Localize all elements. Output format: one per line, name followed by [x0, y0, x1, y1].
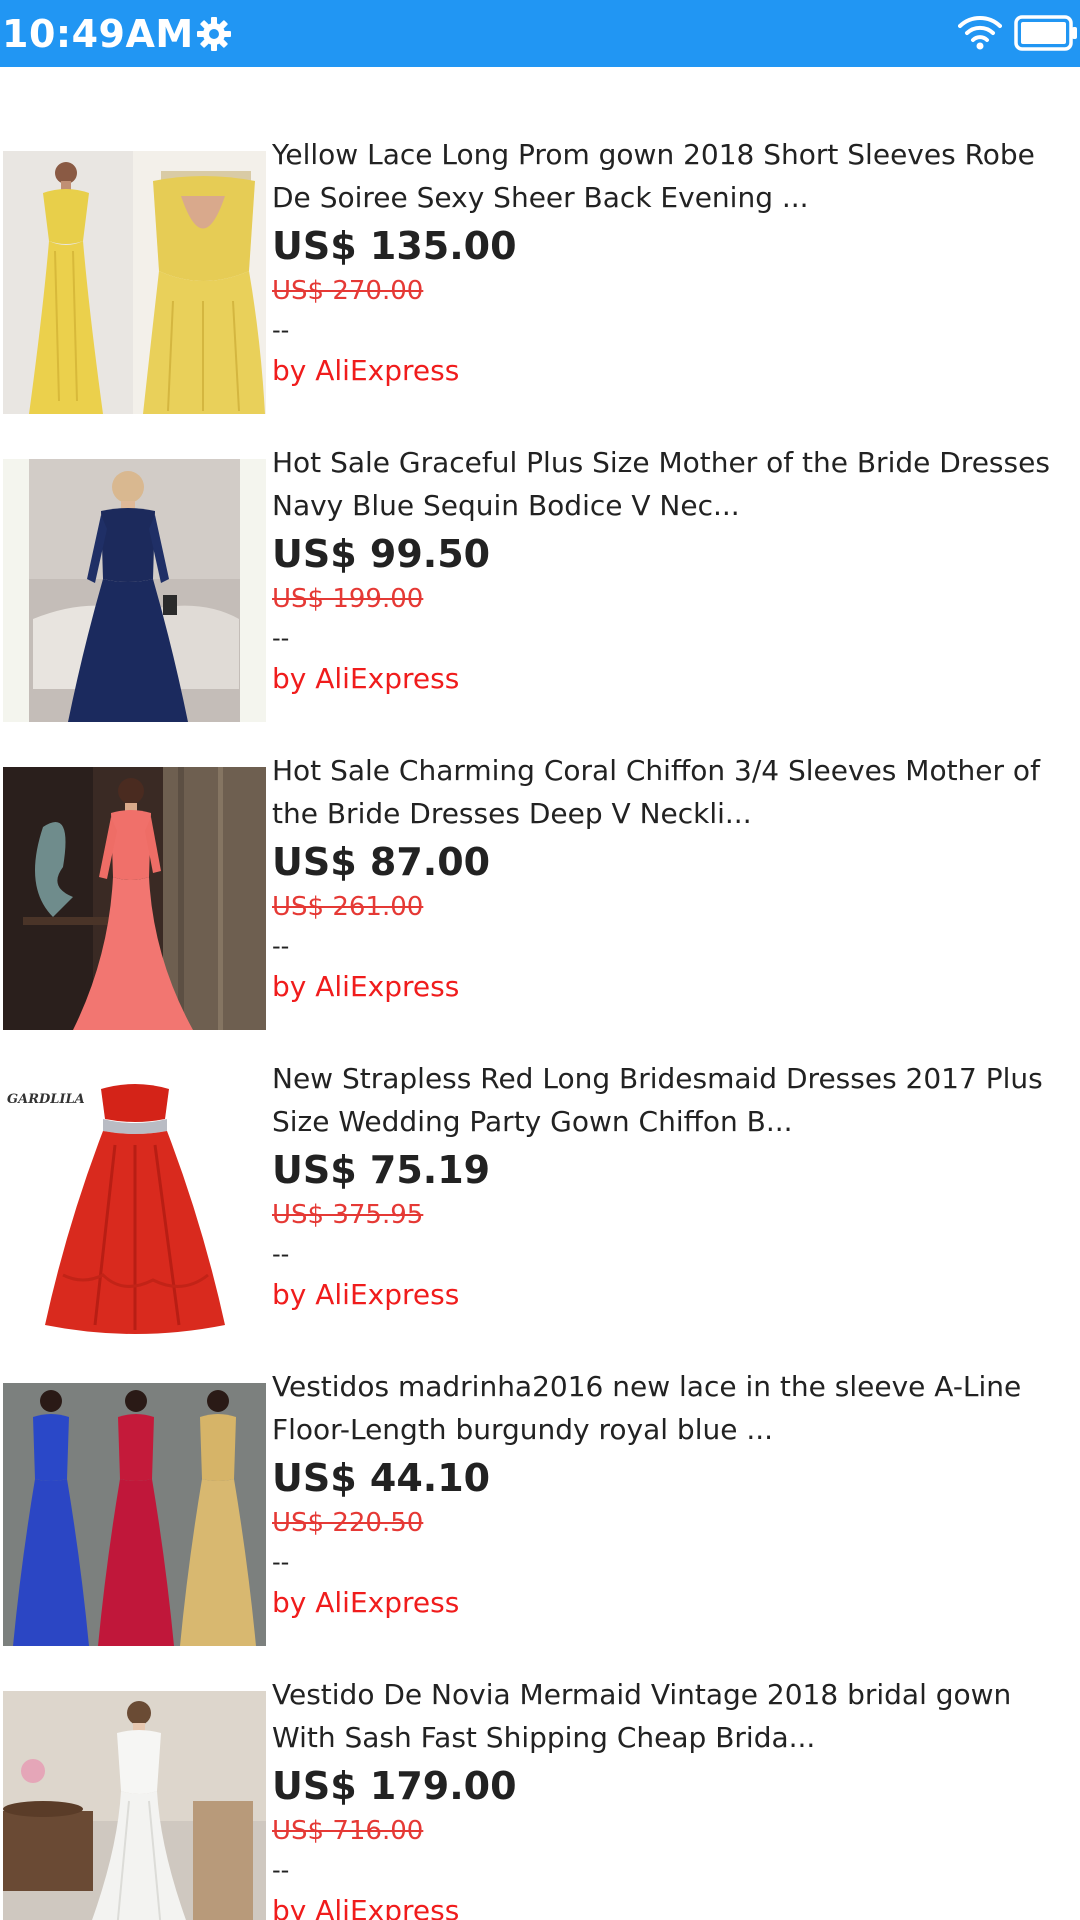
product-note: --: [272, 1240, 290, 1268]
product-item[interactable]: Yellow Lace Long Prom gown 2018 Short Sl…: [0, 67, 1080, 414]
product-item[interactable]: Hot Sale Graceful Plus Size Mother of th…: [0, 375, 1080, 722]
product-title[interactable]: New Strapless Red Long Bridesmaid Dresse…: [272, 1057, 1078, 1143]
product-title[interactable]: Yellow Lace Long Prom gown 2018 Short Sl…: [272, 133, 1078, 219]
product-original-price: US$ 199.00: [272, 584, 424, 614]
gear-icon: [196, 16, 232, 52]
product-list[interactable]: Yellow Lace Long Prom gown 2018 Short Sl…: [0, 67, 1080, 1920]
product-title[interactable]: Vestido De Novia Mermaid Vintage 2018 br…: [272, 1673, 1078, 1759]
product-title[interactable]: Hot Sale Charming Coral Chiffon 3/4 Slee…: [272, 749, 1078, 835]
watermark-text: GARDLILA: [7, 1092, 85, 1107]
product-price: US$ 44.10: [272, 1456, 491, 1500]
product-price: US$ 87.00: [272, 840, 491, 884]
product-title[interactable]: Vestidos madrinha2016 new lace in the sl…: [272, 1365, 1078, 1451]
battery-icon: [1014, 14, 1078, 52]
product-title[interactable]: Hot Sale Graceful Plus Size Mother of th…: [272, 441, 1078, 527]
product-item[interactable]: GARDLILA New Strapless Red Long Bridesma…: [0, 991, 1080, 1338]
status-bar: 10:49AM: [0, 0, 1080, 67]
product-original-price: US$ 375.95: [272, 1200, 424, 1230]
product-price: US$ 135.00: [272, 224, 517, 268]
wifi-icon: [958, 12, 1002, 52]
product-item[interactable]: Hot Sale Charming Coral Chiffon 3/4 Slee…: [0, 683, 1080, 1030]
product-original-price: US$ 270.00: [272, 276, 424, 306]
product-item[interactable]: Vestidos madrinha2016 new lace in the sl…: [0, 1299, 1080, 1646]
product-note: --: [272, 932, 290, 960]
product-original-price: US$ 261.00: [272, 892, 424, 922]
product-image[interactable]: [3, 1691, 266, 1920]
product-seller[interactable]: by AliExpress: [272, 1889, 1078, 1920]
product-price: US$ 179.00: [272, 1764, 517, 1808]
product-note: --: [272, 1856, 290, 1884]
status-time: 10:49AM: [2, 12, 194, 56]
product-note: --: [272, 1548, 290, 1576]
product-price: US$ 75.19: [272, 1148, 491, 1192]
product-item[interactable]: Vestido De Novia Mermaid Vintage 2018 br…: [0, 1607, 1080, 1920]
product-original-price: US$ 220.50: [272, 1508, 424, 1538]
product-note: --: [272, 316, 290, 344]
product-original-price: US$ 716.00: [272, 1816, 424, 1846]
product-note: --: [272, 624, 290, 652]
product-price: US$ 99.50: [272, 532, 491, 576]
